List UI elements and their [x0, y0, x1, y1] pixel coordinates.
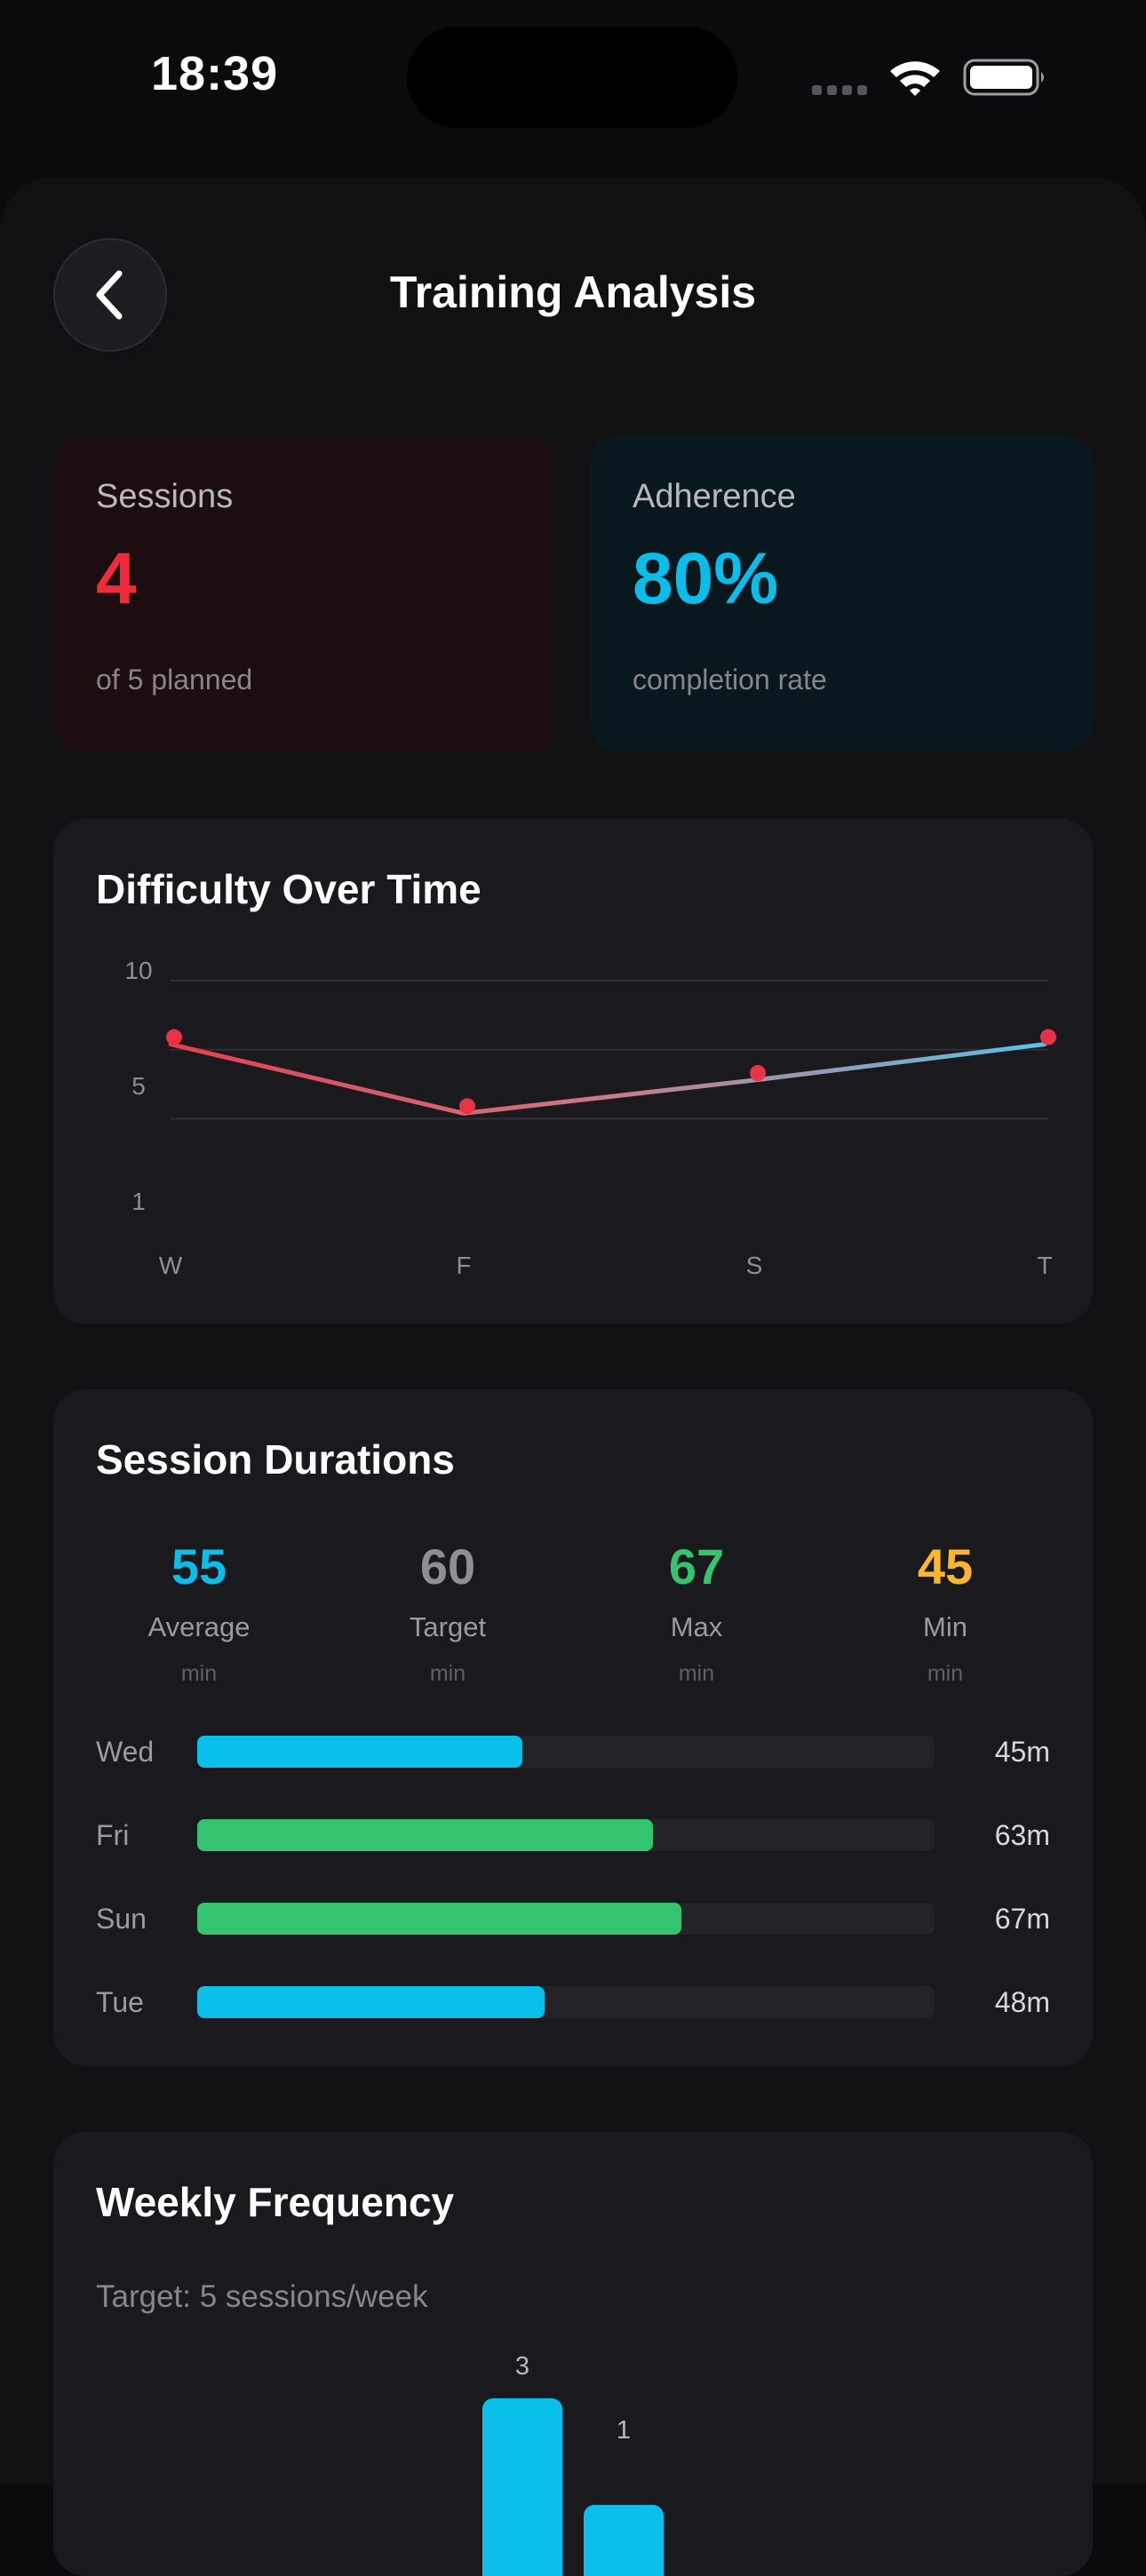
- y-tick-label: 10: [124, 957, 152, 984]
- duration-row-wed: Wed 45m: [96, 1734, 1050, 1769]
- battery-icon: [963, 59, 1044, 96]
- duration-day: Sun: [96, 1903, 147, 1935]
- metric-target-value: 60: [419, 1538, 476, 1594]
- x-tick-label: S: [746, 1252, 763, 1279]
- duration-bar: [197, 1736, 522, 1768]
- y-tick-label: 5: [131, 1072, 146, 1100]
- data-point: [459, 1098, 475, 1115]
- duration-row-fri: Fri 63m: [96, 1817, 1050, 1853]
- durations-title: Session Durations: [96, 1436, 455, 1483]
- adherence-card: Adherence 80% completion rate: [590, 435, 1093, 751]
- metric-max: 67 Max min: [590, 1542, 803, 1687]
- metric-min: 45 Min min: [839, 1542, 1052, 1687]
- duration-day: Wed: [96, 1736, 155, 1768]
- durations-card: Session Durations 55 Average min 60 Targ…: [53, 1389, 1093, 2066]
- metric-max-value: 67: [668, 1538, 725, 1594]
- duration-bar: [197, 1903, 681, 1935]
- metric-average-unit: min: [180, 1661, 218, 1686]
- adherence-value: 80%: [633, 538, 779, 619]
- metric-target-label: Target: [409, 1611, 487, 1642]
- duration-bar: [197, 1819, 653, 1851]
- x-tick-label: W: [159, 1252, 183, 1279]
- metric-target-unit: min: [429, 1661, 466, 1686]
- data-point: [1040, 1029, 1056, 1046]
- metric-min-unit: min: [927, 1661, 964, 1686]
- status-time: 18:39: [151, 47, 279, 100]
- difficulty-card: Difficulty Over Time 10 5 1 W F S T: [53, 819, 1093, 1324]
- frequency-bar: [584, 2505, 664, 2576]
- weekly-frequency-title: Weekly Frequency: [96, 2179, 455, 2225]
- cellular-signal-icon: [812, 83, 872, 99]
- metric-max-unit: min: [678, 1661, 715, 1686]
- y-tick-label: 1: [131, 1188, 146, 1215]
- difficulty-line: [168, 1042, 1047, 1116]
- sessions-value: 4: [96, 538, 137, 619]
- weekly-target-text: Target: 5 sessions/week: [96, 2279, 428, 2314]
- duration-day: Tue: [96, 1986, 144, 2018]
- duration-row-tue: Tue 48m: [96, 1984, 1050, 2020]
- status-bar: 18:39: [0, 0, 1146, 160]
- sessions-label: Sessions: [96, 478, 234, 515]
- metric-average-label: Average: [147, 1611, 251, 1642]
- duration-row-sun: Sun 67m: [96, 1901, 1050, 1936]
- adherence-label: Adherence: [633, 478, 796, 515]
- duration-bar: [197, 1986, 545, 2018]
- duration-track: [197, 1736, 935, 1768]
- wifi-icon: [890, 61, 940, 96]
- frequency-bar: [482, 2398, 562, 2576]
- metric-min-value: 45: [917, 1538, 974, 1594]
- duration-value: 45m: [994, 1736, 1050, 1768]
- frequency-bar-label: 1: [616, 2416, 632, 2445]
- data-point: [166, 1029, 182, 1046]
- adherence-subtitle: completion rate: [633, 664, 827, 696]
- metric-average: 55 Average min: [92, 1542, 306, 1687]
- x-tick-label: T: [1037, 1252, 1052, 1279]
- duration-value: 63m: [994, 1819, 1050, 1851]
- duration-day: Fri: [96, 1819, 130, 1851]
- duration-track: [197, 1819, 935, 1851]
- frequency-bar-label: 3: [514, 2352, 530, 2381]
- x-tick-label: F: [456, 1252, 471, 1279]
- metric-average-value: 55: [171, 1538, 227, 1594]
- data-point: [750, 1065, 766, 1081]
- duration-track: [197, 1903, 935, 1935]
- difficulty-chart: 10 5 1 W F S T: [124, 957, 1056, 1279]
- metric-max-label: Max: [670, 1611, 723, 1642]
- duration-value: 67m: [994, 1903, 1050, 1935]
- sessions-card: Sessions 4 of 5 planned: [53, 435, 556, 751]
- metric-min-label: Min: [923, 1611, 967, 1642]
- duration-value: 48m: [994, 1986, 1050, 2018]
- weekly-frequency-card: Weekly Frequency Target: 5 sessions/week…: [53, 2132, 1093, 2576]
- metric-target: 60 Target min: [341, 1542, 554, 1687]
- duration-track: [197, 1986, 935, 2018]
- sessions-subtitle: of 5 planned: [96, 664, 253, 696]
- page-title: Training Analysis: [389, 267, 757, 317]
- dynamic-island: [407, 27, 737, 128]
